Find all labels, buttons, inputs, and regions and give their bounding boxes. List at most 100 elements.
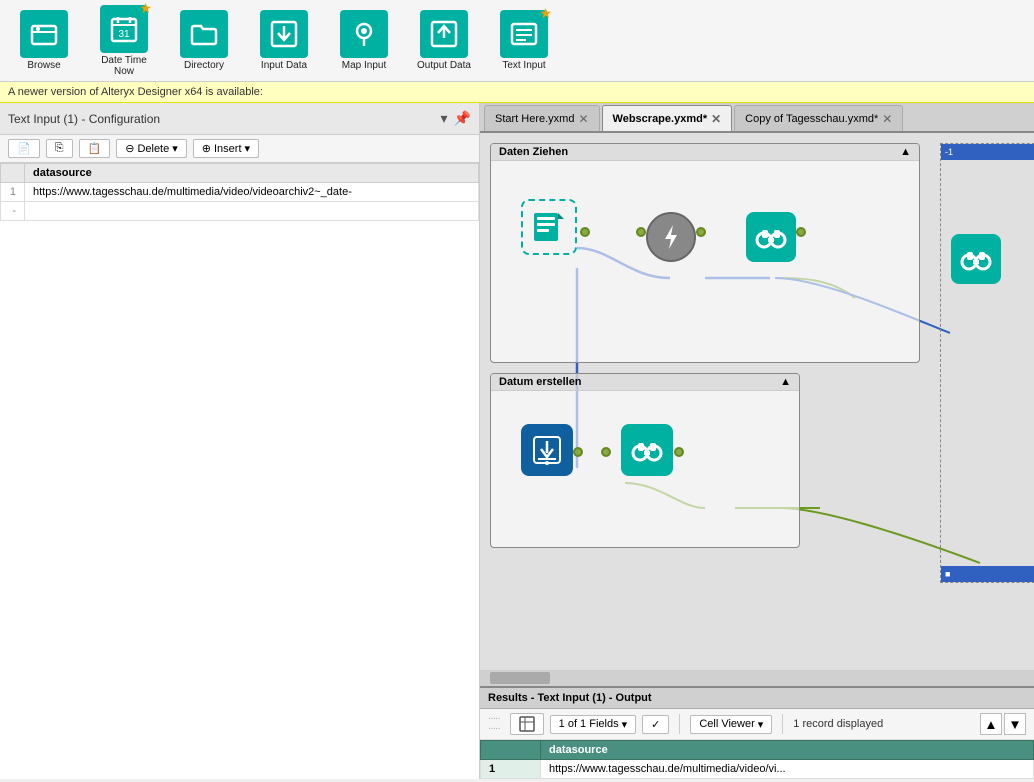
text-input-icon: ★ [500, 10, 548, 58]
input-tool-node[interactable] [521, 424, 573, 476]
right-group-bottom: ■ [941, 566, 1034, 582]
cell-viewer-btn[interactable]: Cell Viewer ▾ [690, 715, 772, 734]
results-record-num: 1 [481, 760, 541, 779]
row-num-empty: - [1, 202, 25, 221]
datum-erstellen-title: Datum erstellen [499, 376, 582, 388]
tab-start[interactable]: Start Here.yxmd ✕ [484, 105, 600, 131]
connector-4 [796, 226, 806, 240]
binoculars-node-1[interactable] [746, 212, 796, 262]
tab-copy-tagesschau[interactable]: Copy of Tagesschau.yxmd* ✕ [734, 105, 903, 131]
delete-dropdown-icon: ▾ [172, 142, 178, 155]
config-toolbar: 📄 ⎘ 📋 ⊖ Delete ▾ ⊕ Insert ▾ [0, 135, 479, 163]
tab-start-close[interactable]: ✕ [578, 112, 588, 126]
toolbar-map-input[interactable]: Map Input [328, 6, 400, 75]
paste-btn[interactable]: 📋 [79, 139, 111, 158]
apply-fields-btn[interactable]: ✓ [642, 715, 669, 734]
col-record-header [481, 741, 541, 760]
binoculars-icon-2 [621, 424, 673, 476]
results-header: Results - Text Input (1) - Output [480, 688, 1034, 709]
scroll-down-btn[interactable]: ▼ [1004, 713, 1026, 735]
right-panel: Start Here.yxmd ✕ Webscrape.yxmd* ✕ Copy… [480, 103, 1034, 779]
notification-text: A newer version of Alteryx Designer x64 … [8, 86, 263, 98]
tab-copy-close[interactable]: ✕ [882, 112, 892, 126]
copy-icon: ⎘ [55, 142, 64, 155]
input-tool-icon [521, 424, 573, 476]
right-binoculars-node[interactable] [951, 234, 1001, 284]
config-dropdown-btn[interactable]: ▾ [441, 110, 448, 127]
right-group: -1 ■ [940, 143, 1034, 583]
lightning-node[interactable] [646, 212, 696, 262]
insert-icon: ⊕ [202, 142, 211, 155]
config-title: Text Input (1) - Configuration [8, 112, 160, 126]
datum-erstellen-collapse[interactable]: ▲ [780, 376, 791, 388]
config-header-icons: ▾ 📌 [441, 110, 471, 127]
tab-webscrape-label: Webscrape.yxmd* [613, 113, 708, 125]
connector-5 [573, 446, 583, 460]
fields-selector-dropdown: ▾ [622, 718, 628, 731]
tab-webscrape[interactable]: Webscrape.yxmd* ✕ [602, 105, 733, 131]
toolbar-datetime[interactable]: 31 ★ Date TimeNow [88, 1, 160, 81]
tab-webscrape-close[interactable]: ✕ [711, 112, 721, 126]
results-drag-handle: ·········· [488, 714, 500, 734]
row-datasource: https://www.tagesschau.de/multimedia/vid… [25, 183, 479, 202]
data-table: datasource 1 https://www.tagesschau.de/m… [0, 163, 479, 779]
config-header: Text Input (1) - Configuration ▾ 📌 [0, 103, 479, 135]
copy-btn[interactable]: ⎘ [46, 139, 73, 158]
right-binoculars-icon [951, 234, 1001, 284]
datum-erstellen-header: Datum erstellen ▲ [491, 374, 799, 391]
datum-erstellen-group: Datum erstellen ▲ [490, 373, 800, 548]
results-status: 1 record displayed [793, 718, 883, 730]
results-datasource-val: https://www.tagesschau.de/multimedia/vid… [541, 760, 1034, 779]
toolbar-directory[interactable]: Directory [168, 6, 240, 75]
delete-label: Delete [137, 143, 169, 155]
datetime-star: ★ [139, 1, 152, 15]
directory-icon [180, 10, 228, 58]
config-pin-btn[interactable]: 📌 [454, 110, 471, 127]
left-panel: Text Input (1) - Configuration ▾ 📌 📄 ⎘ 📋… [0, 103, 480, 779]
toolbar: Browse 31 ★ Date TimeNow Directory Input… [0, 0, 1034, 82]
canvas-scroll[interactable] [480, 670, 1034, 686]
col-datasource-header: datasource [541, 741, 1034, 760]
binoculars-icon-1 [746, 212, 796, 262]
toolbar-output-data-label: Output Data [417, 60, 471, 71]
binoculars-node-2[interactable] [621, 424, 673, 476]
daten-ziehen-header: Daten Ziehen ▲ [491, 144, 919, 161]
table-row-empty[interactable]: - [1, 202, 479, 221]
results-row[interactable]: 1 https://www.tagesschau.de/multimedia/v… [481, 760, 1034, 779]
toolbar-input-data[interactable]: Input Data [248, 6, 320, 75]
new-file-btn[interactable]: 📄 [8, 139, 40, 158]
fields-selector-label: 1 of 1 Fields [559, 718, 619, 730]
right-group-header: -1 [941, 144, 1034, 160]
insert-btn[interactable]: ⊕ Insert ▾ [193, 139, 259, 158]
toolbar-map-input-label: Map Input [342, 60, 386, 71]
divider [679, 714, 680, 734]
scroll-up-btn[interactable]: ▲ [980, 713, 1002, 735]
toolbar-output-data[interactable]: Output Data [408, 6, 480, 75]
results-toolbar: ·········· 1 of 1 Fields ▾ ✓ Cel [480, 709, 1034, 740]
output-data-icon [420, 10, 468, 58]
results-header-text: Results - Text Input (1) - Output [488, 692, 652, 704]
toolbar-text-input-label: Text Input [502, 60, 545, 71]
toolbar-browse[interactable]: Browse [8, 6, 80, 75]
new-file-icon: 📄 [17, 142, 31, 155]
divider-2 [782, 714, 783, 734]
fields-selector-btn[interactable]: 1 of 1 Fields ▾ [550, 715, 636, 734]
insert-dropdown-icon: ▾ [245, 142, 251, 155]
delete-btn[interactable]: ⊖ Delete ▾ [116, 139, 187, 158]
text-input-node[interactable] [521, 199, 577, 255]
notification-bar: A newer version of Alteryx Designer x64 … [0, 82, 1034, 103]
right-group-bottom-label: ■ [945, 569, 950, 579]
row-empty [25, 202, 479, 221]
toolbar-text-input[interactable]: ★ Text Input [488, 6, 560, 75]
delete-icon: ⊖ [125, 142, 134, 155]
cell-viewer-label: Cell Viewer [699, 718, 754, 730]
results-table: datasource 1 https://www.tagesschau.de/m… [480, 740, 1034, 779]
canvas-scroll-handle[interactable] [490, 672, 550, 684]
canvas[interactable]: Daten Ziehen ▲ [480, 133, 1034, 686]
table-row[interactable]: 1 https://www.tagesschau.de/multimedia/v… [1, 183, 479, 202]
results-nav: ▲ ▼ [980, 713, 1026, 735]
svg-text:31: 31 [118, 29, 130, 40]
cell-viewer-dropdown: ▾ [758, 718, 764, 731]
daten-ziehen-collapse[interactable]: ▲ [900, 146, 911, 158]
results-table-btn[interactable] [510, 713, 544, 735]
